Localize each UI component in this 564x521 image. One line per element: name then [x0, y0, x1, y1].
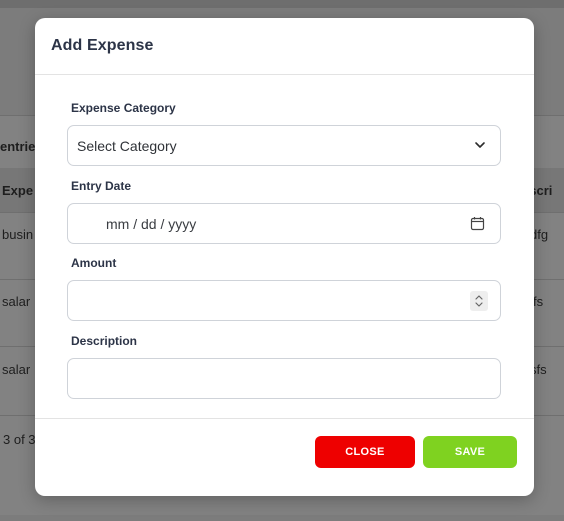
modal-header: Add Expense — [35, 18, 534, 75]
entry-date-placeholder: mm / dd / yyyy — [106, 216, 197, 232]
background-entries-label: entrie — [0, 139, 36, 154]
description-input[interactable] — [67, 358, 501, 399]
expense-category-value: Select Category — [77, 138, 177, 154]
background-topbar — [0, 0, 564, 8]
spinner-arrows-icon[interactable] — [470, 291, 488, 311]
entry-date-input[interactable]: mm / dd / yyyy — [67, 203, 501, 244]
background-pagination: 3 of 3 — [3, 432, 36, 447]
entry-date-label: Entry Date — [71, 179, 132, 193]
background-col-expense: Expe — [2, 183, 34, 198]
save-button[interactable]: SAVE — [423, 436, 517, 468]
amount-input[interactable] — [67, 280, 501, 321]
modal-footer: CLOSE SAVE — [35, 418, 534, 496]
expense-category-label: Expense Category — [71, 101, 176, 115]
calendar-icon[interactable] — [470, 216, 485, 231]
add-expense-modal: Add Expense Expense Category Select Cate… — [35, 18, 534, 496]
chevron-down-icon — [475, 142, 485, 148]
description-label: Description — [71, 334, 138, 348]
expense-category-select[interactable]: Select Category — [67, 125, 501, 166]
background-row3-left: salar — [2, 362, 31, 377]
close-button[interactable]: CLOSE — [315, 436, 415, 468]
background-row2-right: fs — [533, 294, 544, 309]
amount-label: Amount — [71, 256, 117, 270]
background-row1-left: busin — [2, 227, 34, 242]
modal-title: Add Expense — [51, 37, 154, 54]
background-row2-left: salar — [2, 294, 31, 309]
